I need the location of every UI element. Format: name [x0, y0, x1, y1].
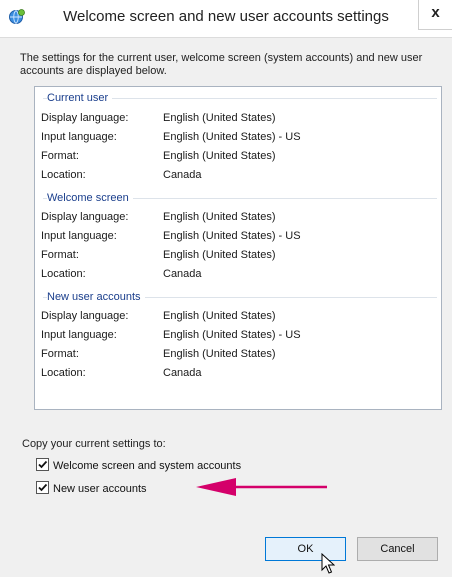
setting-row: Input language: English (United States) …	[35, 328, 441, 342]
setting-row: Input language: English (United States) …	[35, 229, 441, 243]
setting-row: Format: English (United States)	[35, 149, 441, 163]
setting-label: Format:	[41, 150, 79, 162]
setting-value: English (United States)	[163, 150, 276, 162]
setting-label: Location:	[41, 268, 86, 280]
setting-label: Format:	[41, 249, 79, 261]
setting-row: Format: English (United States)	[35, 347, 441, 361]
setting-value: English (United States)	[163, 249, 276, 261]
title-bar: Welcome screen and new user accounts set…	[0, 0, 452, 38]
setting-row: Location: Canada	[35, 168, 441, 182]
setting-label: Display language:	[41, 310, 129, 322]
setting-label: Display language:	[41, 112, 129, 124]
setting-label: Display language:	[41, 211, 129, 223]
setting-row: Location: Canada	[35, 366, 441, 380]
checkmark-icon	[38, 460, 48, 469]
checkbox-label: New user accounts	[53, 483, 147, 495]
intro-text: The settings for the current user, welco…	[20, 52, 423, 77]
setting-row: Format: English (United States)	[35, 248, 441, 262]
setting-row: Input language: English (United States) …	[35, 130, 441, 144]
setting-value: Canada	[163, 367, 202, 379]
setting-label: Input language:	[41, 329, 117, 341]
annotation-arrow-icon	[196, 478, 327, 496]
setting-row: Location: Canada	[35, 267, 441, 281]
group-header-welcome-screen: Welcome screen	[35, 191, 441, 205]
group-title: Current user	[47, 91, 113, 105]
setting-value: English (United States)	[163, 211, 276, 223]
setting-value: Canada	[163, 268, 202, 280]
setting-value: English (United States) - US	[163, 131, 301, 143]
group-title: Welcome screen	[47, 191, 133, 205]
mouse-cursor-icon	[321, 553, 335, 574]
settings-summary-panel: Current user Display language: English (…	[34, 86, 442, 410]
setting-value: English (United States)	[163, 112, 276, 124]
checkbox-new-user-accounts[interactable]: New user accounts	[36, 481, 147, 497]
setting-value: English (United States) - US	[163, 230, 301, 242]
setting-row: Display language: English (United States…	[35, 309, 441, 323]
checkbox[interactable]	[36, 481, 49, 494]
setting-row: Display language: English (United States…	[35, 111, 441, 125]
window-title: Welcome screen and new user accounts set…	[63, 8, 389, 25]
settings-dialog: Welcome screen and new user accounts set…	[0, 0, 452, 577]
checkmark-icon	[38, 483, 48, 492]
setting-value: English (United States) - US	[163, 329, 301, 341]
group-header-current-user: Current user	[35, 91, 441, 105]
setting-label: Input language:	[41, 230, 117, 242]
setting-row: Display language: English (United States…	[35, 210, 441, 224]
setting-label: Format:	[41, 348, 79, 360]
setting-value: Canada	[163, 169, 202, 181]
setting-label: Location:	[41, 169, 86, 181]
checkbox-label: Welcome screen and system accounts	[53, 460, 242, 472]
setting-label: Input language:	[41, 131, 117, 143]
setting-value: English (United States)	[163, 310, 276, 322]
checkbox-welcome-screen[interactable]: Welcome screen and system accounts	[36, 458, 241, 474]
close-button[interactable]: x	[418, 0, 452, 30]
cancel-button[interactable]: Cancel	[357, 537, 438, 561]
group-header-new-user-accounts: New user accounts	[35, 290, 441, 304]
copy-settings-label: Copy your current settings to:	[22, 438, 166, 450]
setting-value: English (United States)	[163, 348, 276, 360]
setting-label: Location:	[41, 367, 86, 379]
group-title: New user accounts	[47, 290, 145, 304]
checkbox[interactable]	[36, 458, 49, 471]
